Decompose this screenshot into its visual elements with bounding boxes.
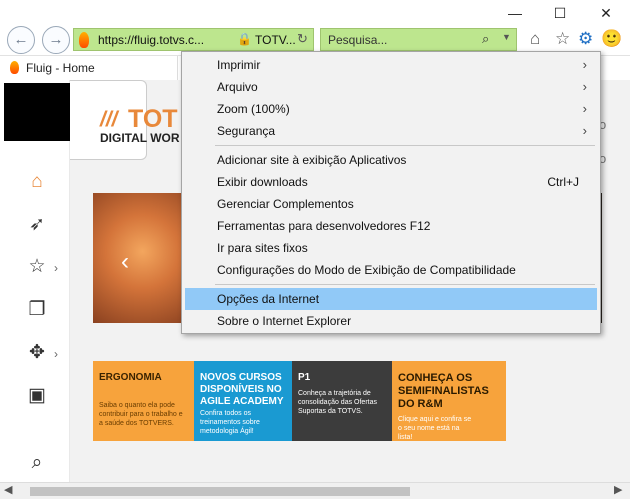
back-button[interactable]: ← [7,26,35,54]
menu-item-label: Ferramentas para desenvolvedores F12 [217,219,431,233]
star-icon[interactable]: ☆ [25,255,49,279]
menu-item-label: Arquivo [217,80,258,94]
menu-item-label: Exibir downloads [217,175,308,189]
menu-item-add-to-apps[interactable]: Adicionar site à exibição Aplicativos [185,149,597,171]
tab-fluig-home[interactable]: Fluig - Home [0,56,178,80]
home-icon[interactable]: ⌂ [25,170,49,194]
carousel-prev-icon[interactable]: ‹ [121,248,129,276]
rocket-icon[interactable]: ➶ [25,213,49,237]
close-button[interactable]: ✕ [584,2,628,24]
menu-item-file[interactable]: Arquivo › [185,76,597,98]
tab-title: Fluig - Home [26,61,95,75]
menu-item-devtools[interactable]: Ferramentas para desenvolvedores F12 [185,215,597,237]
logo-slashes: /// [100,108,118,131]
card-title: ERGONOMIA [99,372,162,383]
menu-item-label: Zoom (100%) [217,102,290,116]
menu-item-security[interactable]: Segurança › [185,120,597,142]
menu-item-label: Ir para sites fixos [217,241,308,255]
minimize-button[interactable]: — [493,2,537,24]
card-title: P1 [298,372,311,383]
left-sidebar: ⌂ ➶ ☆ › ❐ ✥ › ▣ ⌕ [0,80,71,482]
search-box[interactable]: Pesquisa... ⌕ ▼ [320,28,517,51]
search-dropdown-icon[interactable]: ▼ [502,32,511,42]
card-text: Saiba o quanto ela pode contribuir para … [99,402,183,427]
menu-item-pinned-sites[interactable]: Ir para sites fixos [185,237,597,259]
maximize-button[interactable]: ☐ [538,2,582,24]
menu-item-addons[interactable]: Gerenciar Complementos [185,193,597,215]
screen-icon[interactable]: ▣ [25,384,49,408]
tools-gear-icon[interactable]: ⚙ [578,29,593,49]
menu-item-label: Imprimir [217,58,261,72]
submenu-arrow-icon: › [582,79,587,94]
chevron-right-icon[interactable]: › [54,261,58,275]
tools-menu: Imprimir › Arquivo › Zoom (100%) › Segur… [181,51,601,334]
logo-title: TOT [128,105,178,133]
menu-item-internet-options[interactable]: Opções da Internet [185,288,597,310]
menu-item-shortcut: Ctrl+J [547,175,579,189]
menu-item-label: Configurações do Modo de Exibição de Com… [217,263,516,277]
submenu-arrow-icon: › [582,101,587,116]
site-identity[interactable]: TOTV... [255,33,296,47]
submenu-arrow-icon: › [582,57,587,72]
search-icon[interactable]: ⌕ [25,451,49,475]
feedback-smiley-icon[interactable]: 🙂 [601,29,622,49]
menu-separator [215,284,595,285]
lock-icon[interactable]: 🔒 [237,32,252,46]
banner-card-agile[interactable]: NOVOS CURSOS DISPONÍVEIS NO AGILE ACADEM… [194,361,292,441]
search-input[interactable]: Pesquisa... [328,33,387,47]
horizontal-scrollbar[interactable]: ◀ ▶ [0,482,630,499]
menu-item-label: Segurança [217,124,276,138]
scroll-right-icon[interactable]: ▶ [614,483,622,496]
menu-item-compat-view[interactable]: Configurações do Modo de Exibição de Com… [185,259,597,281]
menu-separator [215,145,595,146]
card-text: Conheça a trajetória de consolidação das… [298,390,377,415]
menu-item-label: Opções da Internet [217,292,320,306]
submenu-arrow-icon: › [582,123,587,138]
address-bar[interactable]: https://fluig.totvs.c... 🔒 TOTV... ↻ [73,28,314,51]
fluig-favicon-icon [79,32,89,48]
scrollbar-thumb[interactable] [30,487,410,496]
menu-item-label: Adicionar site à exibição Aplicativos [217,153,407,167]
menu-item-label: Gerenciar Complementos [217,197,354,211]
logo-subtitle: DIGITAL WOR [100,131,180,145]
browser-toolbar: — ☐ ✕ ← → https://fluig.totvs.c... 🔒 TOT… [0,0,630,56]
chevron-right-icon[interactable]: › [54,347,58,361]
card-text: Confira todos os treinamentos sobre meto… [200,410,260,435]
banner-card-p1[interactable]: P1 Conheça a trajetória de consolidação … [292,361,392,441]
card-title: CONHEÇA OS SEMIFINALISTAS DO R&M [398,372,489,410]
refresh-icon[interactable]: ↻ [297,31,308,47]
menu-item-zoom[interactable]: Zoom (100%) › [185,98,597,120]
favorites-star-icon[interactable]: ☆ [555,29,570,49]
card-title: NOVOS CURSOS DISPONÍVEIS NO AGILE ACADEM… [200,372,284,407]
scroll-left-icon[interactable]: ◀ [4,483,12,496]
menu-item-downloads[interactable]: Exibir downloads Ctrl+J [185,171,597,193]
menu-item-label: Sobre o Internet Explorer [217,314,352,328]
card-text: Clique aqui e confira se o seu nome está… [398,416,472,441]
documents-icon[interactable]: ❐ [25,298,49,322]
url-text[interactable]: https://fluig.totvs.c... [98,33,204,47]
banner-card-ergonomia[interactable]: ERGONOMIA Saiba o quanto ela pode contri… [93,361,194,441]
menu-item-print[interactable]: Imprimir › [185,54,597,76]
move-icon[interactable]: ✥ [25,341,49,365]
user-photo[interactable] [4,83,71,141]
menu-item-about-ie[interactable]: Sobre o Internet Explorer [185,310,597,332]
hero-carousel-image[interactable]: ‹ [93,193,183,323]
search-icon[interactable]: ⌕ [482,31,489,47]
home-icon[interactable]: ⌂ [530,29,540,49]
fluig-favicon-icon [10,61,19,74]
forward-button[interactable]: → [42,26,70,54]
banner-card-rm[interactable]: CONHEÇA OS SEMIFINALISTAS DO R&M Clique … [392,361,506,441]
